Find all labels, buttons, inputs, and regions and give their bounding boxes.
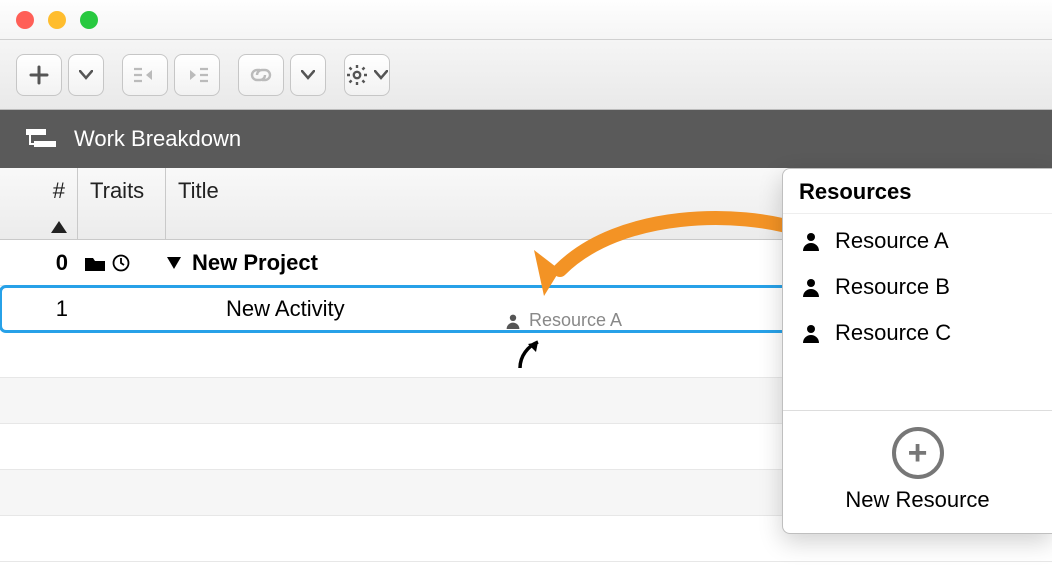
resource-item[interactable]: Resource B — [783, 264, 1052, 310]
person-icon — [801, 231, 821, 251]
person-icon — [505, 313, 521, 329]
row-number: 0 — [0, 250, 78, 276]
minimize-window-button[interactable] — [48, 11, 66, 29]
window-titlebar — [0, 0, 1052, 40]
new-resource-label: New Resource — [845, 487, 989, 513]
drag-ghost: Resource A — [505, 310, 622, 331]
link-dropdown-button[interactable] — [290, 54, 326, 96]
sort-ascending-icon — [51, 221, 67, 233]
indent-button[interactable] — [122, 54, 168, 96]
outdent-button[interactable] — [174, 54, 220, 96]
column-header-traits[interactable]: Traits — [78, 168, 166, 239]
clock-icon — [112, 254, 130, 272]
close-window-button[interactable] — [16, 11, 34, 29]
chevron-down-icon — [374, 70, 388, 80]
add-dropdown-button[interactable] — [68, 54, 104, 96]
resource-item[interactable]: Resource C — [783, 310, 1052, 356]
view-title: Work Breakdown — [74, 126, 241, 152]
row-traits — [78, 254, 166, 272]
row-title-cell: New Project — [166, 250, 874, 276]
view-header: Work Breakdown — [0, 110, 1052, 168]
work-breakdown-icon — [24, 127, 58, 151]
person-icon — [801, 323, 821, 343]
resources-list: Resource A Resource B Resource C — [783, 214, 1052, 360]
add-button[interactable] — [16, 54, 62, 96]
row-number: 1 — [0, 296, 78, 322]
person-icon — [801, 277, 821, 297]
column-header-title[interactable]: Title — [166, 168, 874, 239]
plus-circle-icon: + — [892, 427, 944, 479]
gear-icon — [346, 64, 368, 86]
resources-header: Resources — [783, 169, 1052, 214]
disclosure-triangle-icon[interactable] — [166, 256, 182, 270]
link-button[interactable] — [238, 54, 284, 96]
new-resource-area[interactable]: + New Resource — [783, 410, 1052, 533]
resource-item[interactable]: Resource A — [783, 218, 1052, 264]
toolbar — [0, 40, 1052, 110]
column-header-number[interactable]: # — [0, 168, 78, 239]
resources-panel: Resources Resource A Resource B Resource… — [782, 168, 1052, 534]
folder-icon — [84, 254, 106, 272]
settings-button[interactable] — [344, 54, 390, 96]
maximize-window-button[interactable] — [80, 11, 98, 29]
